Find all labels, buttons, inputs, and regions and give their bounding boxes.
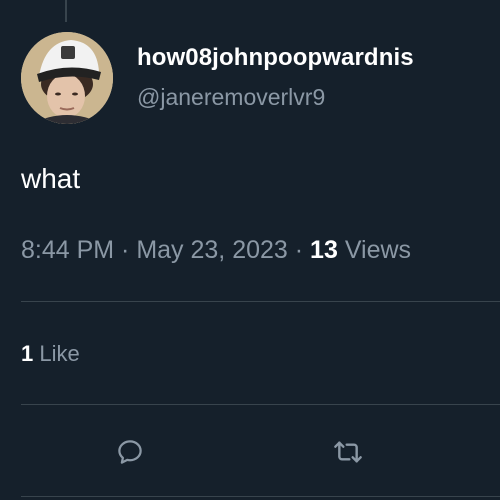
thread-connector-line [65, 0, 67, 22]
meta-separator: · [114, 236, 137, 264]
tweet-text: what [21, 163, 81, 194]
divider [21, 404, 500, 405]
retweet-icon [334, 441, 362, 463]
meta-separator: · [287, 236, 311, 264]
avatar-image [21, 32, 113, 124]
retweet-button[interactable] [326, 430, 370, 474]
tweet-meta: 8:44 PM · May 23, 2023 · 13 Views [21, 236, 411, 265]
likes-label: Like [39, 341, 80, 366]
tweet-date[interactable]: May 23, 2023 [136, 236, 288, 264]
reply-button[interactable] [108, 430, 152, 474]
divider [21, 301, 500, 302]
views-count: 13 [310, 236, 338, 264]
avatar[interactable] [21, 32, 113, 124]
divider [21, 496, 500, 497]
likes-stat[interactable]: 1 Like [21, 341, 80, 367]
tweet-time[interactable]: 8:44 PM [21, 236, 114, 264]
tweet-detail: how08johnpoopwardnis @janeremoverlvr9 wh… [0, 0, 500, 500]
reply-icon [118, 440, 142, 464]
author-handle[interactable]: @janeremoverlvr9 [137, 84, 325, 111]
author-display-name[interactable]: how08johnpoopwardnis [137, 44, 414, 72]
views-label: Views [344, 236, 412, 264]
likes-count: 1 [21, 341, 34, 366]
